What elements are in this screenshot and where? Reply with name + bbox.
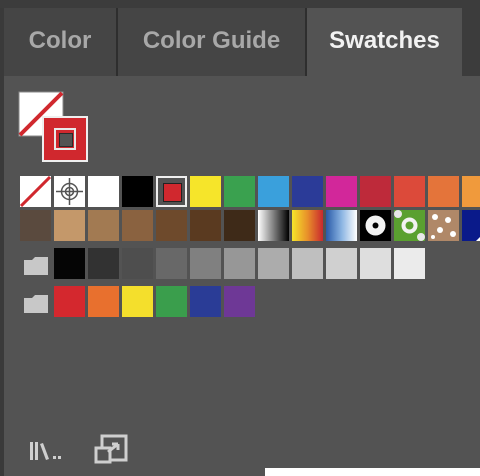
swatch-selected[interactable] <box>156 176 187 207</box>
swatch-solid[interactable] <box>224 210 255 241</box>
swatch-solid[interactable] <box>54 248 85 279</box>
swatch-libraries-menu-icon[interactable] <box>28 436 64 468</box>
swatch-solid[interactable] <box>394 176 425 207</box>
tab-swatches[interactable]: Swatches <box>307 8 462 76</box>
tab-color-guide[interactable]: Color Guide <box>118 8 305 76</box>
swatch-registration[interactable] <box>54 176 85 207</box>
swatch-solid[interactable] <box>224 176 255 207</box>
swatch-solid[interactable] <box>224 286 255 317</box>
swatch-pattern-green[interactable] <box>394 210 425 241</box>
swatch-solid[interactable] <box>360 176 391 207</box>
color-group-folder-icon[interactable] <box>22 292 52 316</box>
swatch-pattern-dots[interactable] <box>360 210 391 241</box>
panel-left-edge <box>0 8 4 476</box>
swatch-solid[interactable] <box>190 176 221 207</box>
color-group-folder-icon[interactable] <box>22 254 52 278</box>
dot-pattern-icon <box>365 215 386 236</box>
swatch-solid[interactable] <box>122 248 153 279</box>
swatch-solid[interactable] <box>122 210 153 241</box>
swatch-solid[interactable] <box>156 248 187 279</box>
swatch-none[interactable] <box>19 175 52 208</box>
swatch-solid[interactable] <box>88 248 119 279</box>
swatch-pattern-navy[interactable] <box>462 210 480 241</box>
swatch-gradient-gray[interactable] <box>258 210 289 241</box>
swatch-solid[interactable] <box>156 286 187 317</box>
swatch-solid[interactable] <box>190 210 221 241</box>
none-swatch-slash-icon <box>19 175 52 208</box>
swatch-solid[interactable] <box>156 210 187 241</box>
swatch-solid[interactable] <box>122 286 153 317</box>
swatch-solid[interactable] <box>292 248 323 279</box>
swatch-solid[interactable] <box>224 248 255 279</box>
registration-mark-icon <box>56 178 83 205</box>
tab-color[interactable]: Color <box>4 8 116 76</box>
swatch-pattern-leopard[interactable] <box>428 210 459 241</box>
swatch-solid[interactable] <box>54 210 85 241</box>
swatch-solid[interactable] <box>20 210 51 241</box>
selected-swatch-fill <box>163 183 182 202</box>
stroke-swatch-inner <box>54 128 76 150</box>
swatch-gradient-blue[interactable] <box>326 210 357 241</box>
swatch-solid[interactable] <box>326 248 357 279</box>
place-swatches-icon[interactable] <box>94 434 130 468</box>
stroke-swatch[interactable] <box>42 116 88 162</box>
swatch-solid[interactable] <box>88 176 119 207</box>
stroke-swatch-hole <box>59 133 73 147</box>
swatch-solid[interactable] <box>394 248 425 279</box>
swatch-solid[interactable] <box>88 286 119 317</box>
swatch-solid[interactable] <box>190 286 221 317</box>
bottom-white-strip <box>265 468 480 476</box>
swatch-gradient-orange[interactable] <box>292 210 323 241</box>
swatch-solid[interactable] <box>428 176 459 207</box>
swatch-solid[interactable] <box>190 248 221 279</box>
foliage-pattern-icon <box>394 210 425 241</box>
swatch-solid[interactable] <box>360 248 391 279</box>
swatch-solid[interactable] <box>258 176 289 207</box>
leopard-pattern-icon <box>431 214 456 239</box>
swatch-solid[interactable] <box>462 176 480 207</box>
panel-tab-bar: Color Color Guide Swatches <box>0 0 480 76</box>
swatch-solid[interactable] <box>326 176 357 207</box>
swatch-solid[interactable] <box>292 176 323 207</box>
swatch-solid[interactable] <box>88 210 119 241</box>
swatch-solid[interactable] <box>54 286 85 317</box>
fill-stroke-indicator <box>18 88 92 164</box>
swatch-solid[interactable] <box>122 176 153 207</box>
swatch-solid[interactable] <box>258 248 289 279</box>
stripe-pattern-icon <box>476 237 480 241</box>
